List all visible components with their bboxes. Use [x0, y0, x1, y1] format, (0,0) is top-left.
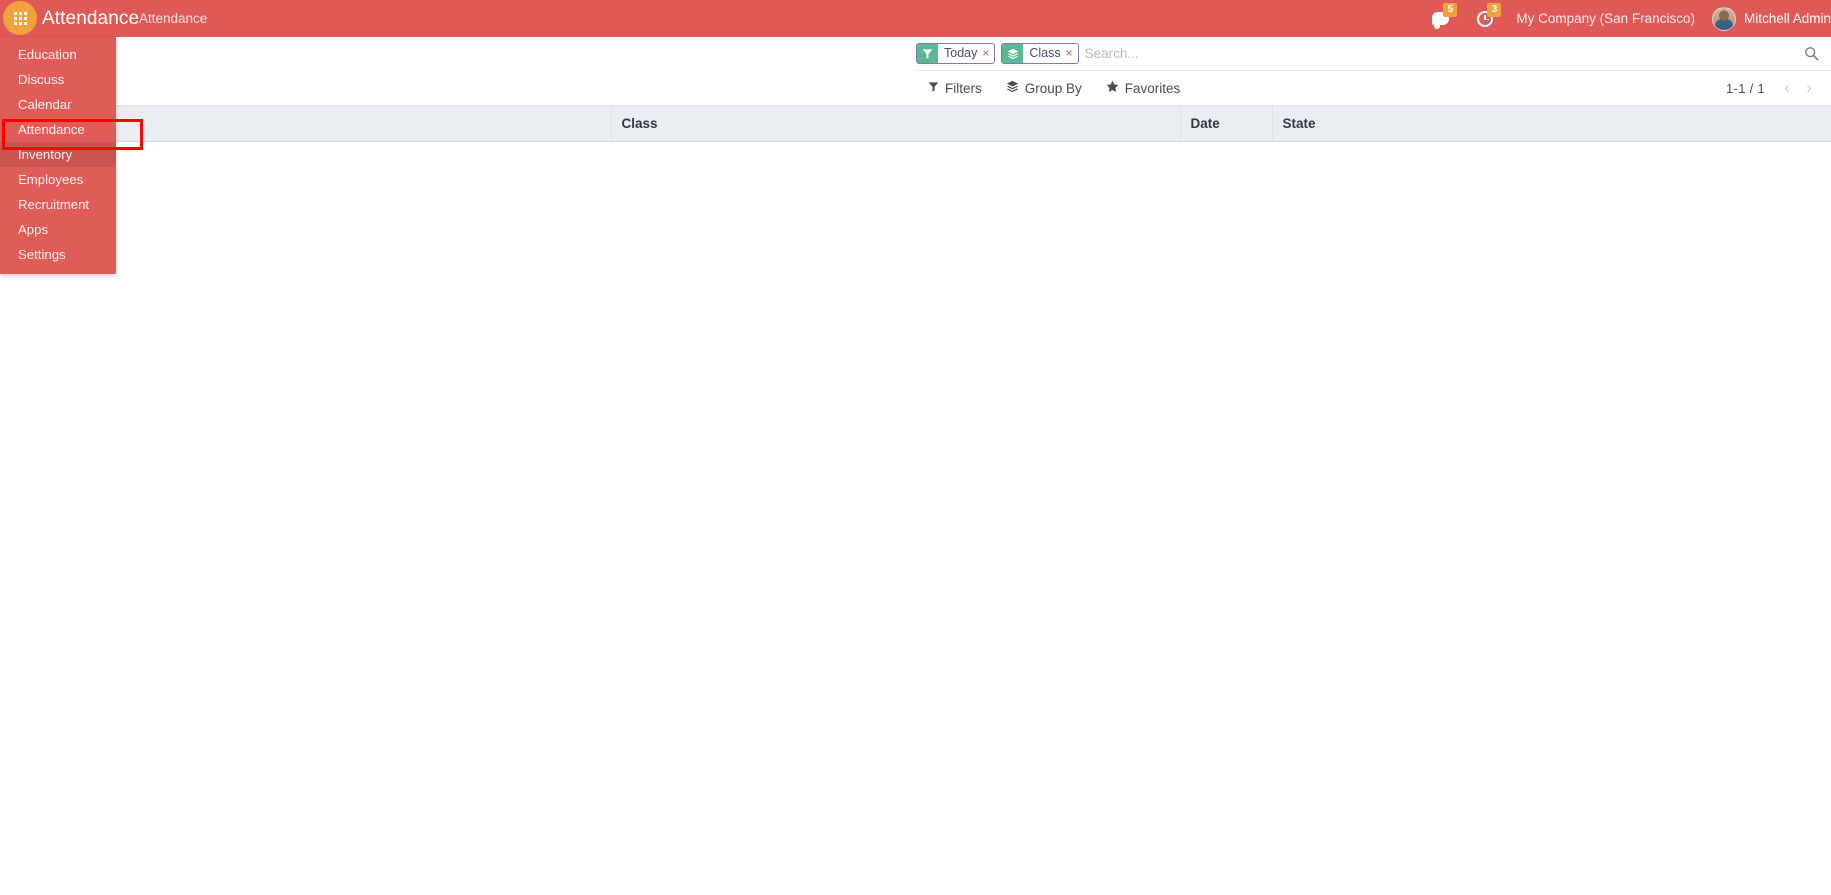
- navbar-right-cluster: 5 3 My Company (San Francisco) Mitchell …: [1418, 0, 1831, 37]
- company-switcher[interactable]: My Company (San Francisco): [1507, 0, 1704, 37]
- pager: 1-1 / 1 ‹ ›: [1726, 71, 1819, 105]
- app-menu-item-apps[interactable]: Apps: [0, 217, 116, 242]
- app-menu-item-calendar[interactable]: Calendar: [0, 92, 116, 117]
- search-facet-class-label: Class: [1029, 46, 1061, 60]
- search-view: Today × Class ×: [916, 37, 1831, 71]
- group-by-icon: [1002, 44, 1024, 63]
- pager-value[interactable]: 1-1 / 1: [1726, 81, 1775, 96]
- app-menu-item-settings[interactable]: Settings: [0, 242, 116, 267]
- activities-button[interactable]: 3: [1463, 0, 1507, 37]
- app-menu-item-attendance[interactable]: Attendance: [0, 117, 116, 142]
- avatar: [1711, 6, 1736, 31]
- column-header-date[interactable]: Date: [1180, 106, 1273, 142]
- favorites-button[interactable]: Favorites: [1094, 71, 1193, 105]
- chevron-right-icon[interactable]: ›: [1799, 76, 1819, 100]
- list-view: Class Date State: [0, 106, 1831, 895]
- control-panel-bottom: Filters Group By Favorites 1-1 / 1 ‹ ›: [0, 71, 1831, 105]
- activities-count-badge: 3: [1487, 3, 1502, 17]
- apps-grid-glyph: [13, 11, 27, 25]
- app-menu-item-recruitment[interactable]: Recruitment: [0, 192, 116, 217]
- filter-icon: [928, 81, 939, 95]
- brand-title[interactable]: Attendance: [42, 0, 139, 37]
- app-menu-item-discuss[interactable]: Discuss: [0, 67, 116, 92]
- user-name: Mitchell Admin: [1743, 11, 1831, 26]
- app-menu-item-employees[interactable]: Employees: [0, 167, 116, 192]
- messages-button[interactable]: 5: [1418, 0, 1463, 37]
- group-by-button-label: Group By: [1024, 80, 1082, 96]
- app-menu-item-education[interactable]: Education: [0, 42, 116, 67]
- messages-count-badge: 5: [1443, 3, 1458, 17]
- search-facet-today-remove[interactable]: ×: [982, 44, 994, 63]
- column-header-class[interactable]: Class: [611, 106, 1181, 142]
- search-icon[interactable]: [1791, 46, 1831, 61]
- chevron-left-icon[interactable]: ‹: [1777, 76, 1797, 100]
- app-menu-item-inventory[interactable]: Inventory: [0, 142, 116, 167]
- table-header: Class Date State: [0, 106, 1831, 142]
- favorites-button-label: Favorites: [1124, 80, 1181, 96]
- control-panel: Today × Class × Search... Filters Group …: [0, 37, 1831, 106]
- filter-icon: [917, 44, 938, 63]
- star-icon: [1106, 80, 1119, 96]
- top-navbar: Attendance Attendance 5 3 My Company (Sa…: [0, 0, 1831, 37]
- table-header-row: Class Date State: [0, 106, 1831, 142]
- navbar-menu-attendance[interactable]: Attendance: [133, 0, 213, 37]
- search-facet-today-label: Today: [944, 46, 978, 60]
- apps-grid-icon[interactable]: [3, 1, 37, 35]
- column-header-state[interactable]: State: [1272, 106, 1831, 142]
- filters-button[interactable]: Filters: [916, 71, 994, 105]
- group-by-icon: [1006, 80, 1019, 96]
- search-facet-today[interactable]: Today ×: [916, 43, 996, 64]
- filters-button-label: Filters: [945, 80, 982, 96]
- control-panel-buttons: Filters Group By Favorites: [916, 71, 1192, 105]
- group-by-button[interactable]: Group By: [994, 71, 1094, 105]
- apps-dropdown-menu: Education Discuss Calendar Attendance In…: [0, 37, 116, 274]
- user-menu[interactable]: Mitchell Admin: [1704, 0, 1831, 37]
- search-input[interactable]: [1084, 42, 1791, 65]
- records-table: Class Date State: [0, 106, 1831, 142]
- search-facet-class-remove[interactable]: ×: [1066, 44, 1078, 63]
- search-facet-class[interactable]: Class ×: [1001, 43, 1079, 64]
